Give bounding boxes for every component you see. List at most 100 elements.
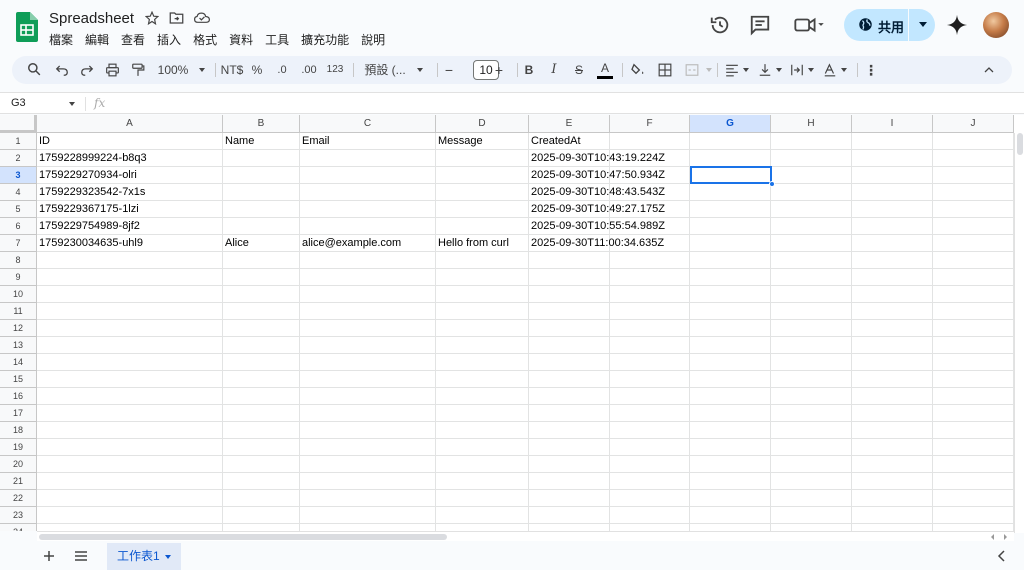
cell-b22[interactable] (223, 490, 300, 507)
decrease-font-size-button[interactable]: − (442, 56, 456, 84)
zoom-dropdown-icon[interactable] (199, 68, 205, 72)
row-header[interactable]: 7 (0, 235, 37, 252)
cell-d5[interactable] (436, 201, 529, 218)
cell-j7[interactable] (933, 235, 1014, 252)
cell-a12[interactable] (37, 320, 223, 337)
halign-dropdown-icon[interactable] (743, 68, 749, 72)
number-format-button[interactable]: 123 (325, 56, 345, 84)
cell-c14[interactable] (300, 354, 436, 371)
name-box-dropdown-icon[interactable] (69, 102, 75, 106)
cell-a16[interactable] (37, 388, 223, 405)
fill-handle[interactable] (769, 181, 775, 187)
wrap-dropdown-icon[interactable] (808, 68, 814, 72)
cell-b21[interactable] (223, 473, 300, 490)
cell-b4[interactable] (223, 184, 300, 201)
cell-i24[interactable] (852, 524, 933, 531)
cell-h19[interactable] (771, 439, 852, 456)
collapse-side-panel-icon[interactable] (997, 550, 1007, 562)
cell-i8[interactable] (852, 252, 933, 269)
cell-e9[interactable] (529, 269, 610, 286)
column-header-d[interactable]: D (436, 115, 529, 133)
cell-c24[interactable] (300, 524, 436, 531)
cell-d14[interactable] (436, 354, 529, 371)
cell-j5[interactable] (933, 201, 1014, 218)
cell-i22[interactable] (852, 490, 933, 507)
scroll-left-icon[interactable] (990, 534, 996, 540)
more-options-button[interactable]: ⋮ (864, 56, 878, 84)
cell-d8[interactable] (436, 252, 529, 269)
cell-e18[interactable] (529, 422, 610, 439)
cell-d9[interactable] (436, 269, 529, 286)
cell-j2[interactable] (933, 150, 1014, 167)
cell-f15[interactable] (610, 371, 690, 388)
cell-c6[interactable] (300, 218, 436, 235)
cell-a10[interactable] (37, 286, 223, 303)
cell-d7[interactable]: Hello from curl (436, 235, 529, 252)
strikethrough-button[interactable]: S (572, 56, 586, 84)
cell-i1[interactable] (852, 133, 933, 150)
formula-input[interactable] (120, 97, 1000, 111)
column-header-i[interactable]: I (852, 115, 933, 133)
column-header-b[interactable]: B (223, 115, 300, 133)
cell-g5[interactable] (690, 201, 771, 218)
cell-b13[interactable] (223, 337, 300, 354)
cell-g21[interactable] (690, 473, 771, 490)
cell-j13[interactable] (933, 337, 1014, 354)
cell-g19[interactable] (690, 439, 771, 456)
cell-g24[interactable] (690, 524, 771, 531)
cell-e19[interactable] (529, 439, 610, 456)
horizontal-scrollbar[interactable] (37, 531, 1014, 541)
cell-c4[interactable] (300, 184, 436, 201)
vertical-scroll-thumb[interactable] (1017, 133, 1023, 155)
document-title[interactable]: Spreadsheet (49, 10, 134, 27)
horizontal-scroll-thumb[interactable] (39, 534, 447, 540)
cell-a11[interactable] (37, 303, 223, 320)
cell-e6[interactable]: 2025-09-30T10:55:54.989Z (529, 218, 665, 235)
cell-f12[interactable] (610, 320, 690, 337)
cell-f6[interactable] (610, 218, 690, 235)
menu-insert[interactable]: 插入 (157, 31, 187, 48)
cell-f7[interactable] (610, 235, 690, 252)
row-header[interactable]: 14 (0, 354, 37, 371)
cell-b3[interactable] (223, 167, 300, 184)
cell-h20[interactable] (771, 456, 852, 473)
cell-h4[interactable] (771, 184, 852, 201)
cell-f22[interactable] (610, 490, 690, 507)
zoom-select[interactable]: 100% (156, 56, 190, 84)
cell-h2[interactable] (771, 150, 852, 167)
column-header-h[interactable]: H (771, 115, 852, 133)
column-header-c[interactable]: C (300, 115, 436, 133)
merge-dropdown-icon[interactable] (706, 68, 712, 72)
cell-b11[interactable] (223, 303, 300, 320)
cell-c16[interactable] (300, 388, 436, 405)
cell-a6[interactable]: 1759229754989-8jf2 (37, 218, 223, 235)
percent-format-button[interactable]: % (250, 56, 264, 84)
row-header[interactable]: 6 (0, 218, 37, 235)
cell-f5[interactable] (610, 201, 690, 218)
cell-j21[interactable] (933, 473, 1014, 490)
cell-i2[interactable] (852, 150, 933, 167)
cell-h18[interactable] (771, 422, 852, 439)
cell-e17[interactable] (529, 405, 610, 422)
row-header[interactable]: 9 (0, 269, 37, 286)
cell-c19[interactable] (300, 439, 436, 456)
cell-b16[interactable] (223, 388, 300, 405)
cell-a13[interactable] (37, 337, 223, 354)
sheets-logo-icon[interactable] (16, 12, 38, 42)
cell-d6[interactable] (436, 218, 529, 235)
merge-cells-icon[interactable] (685, 63, 699, 77)
cell-e10[interactable] (529, 286, 610, 303)
row-header[interactable]: 17 (0, 405, 37, 422)
cell-e16[interactable] (529, 388, 610, 405)
row-header[interactable]: 24 (0, 524, 37, 531)
column-header-f[interactable]: F (610, 115, 690, 133)
cell-c2[interactable] (300, 150, 436, 167)
cell-h11[interactable] (771, 303, 852, 320)
cell-h3[interactable] (771, 167, 852, 184)
cell-d12[interactable] (436, 320, 529, 337)
menu-edit[interactable]: 編輯 (85, 31, 115, 48)
cell-g3[interactable] (690, 167, 771, 184)
cell-d1[interactable]: Message (436, 133, 529, 150)
cell-g8[interactable] (690, 252, 771, 269)
cell-i9[interactable] (852, 269, 933, 286)
